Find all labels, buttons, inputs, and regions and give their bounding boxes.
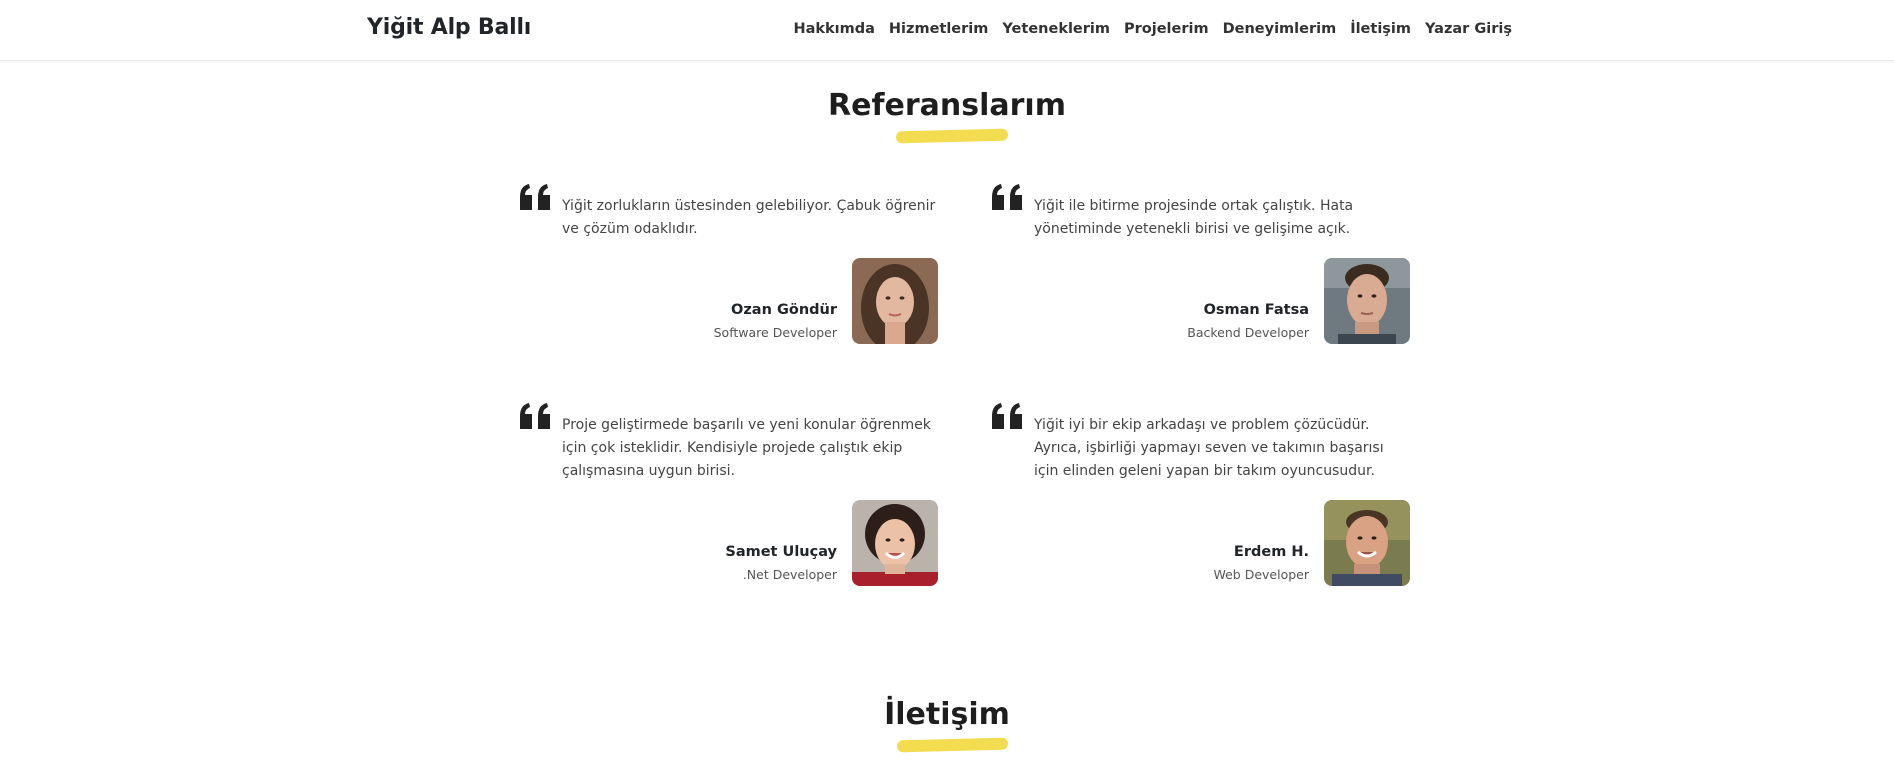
avatar — [852, 500, 938, 586]
nav-link-deneyimlerim[interactable]: Deneyimlerim — [1223, 21, 1337, 37]
avatar — [852, 258, 938, 344]
testimonial-author: Ozan Göndür Software Developer — [518, 258, 938, 344]
author-name: Samet Uluçay — [725, 544, 837, 560]
testimonial-card: Yiğit iyi bir ekip arkadaşı ve problem ç… — [990, 402, 1410, 586]
testimonial-text: Proje geliştirmede başarılı ve yeni konu… — [562, 417, 931, 479]
author-role: .Net Developer — [742, 567, 837, 582]
references-title: Referanslarım — [828, 88, 1066, 123]
brand-logo[interactable]: Yiğit Alp Ballı — [367, 15, 531, 40]
testimonial-card: Yiğit ile bitirme projesinde ortak çalış… — [990, 183, 1410, 345]
author-name: Osman Fatsa — [1203, 302, 1309, 318]
author-role: Software Developer — [713, 325, 837, 340]
nav-link-hizmetlerim[interactable]: Hizmetlerim — [889, 21, 988, 37]
testimonial-text: Yiğit zorlukların üstesinden gelebiliyor… — [562, 198, 936, 237]
quote-icon — [520, 184, 550, 210]
quote-icon — [992, 403, 1022, 429]
author-role: Backend Developer — [1187, 325, 1309, 340]
testimonial-card: Proje geliştirmede başarılı ve yeni konu… — [518, 402, 938, 586]
testimonial-author: Erdem H. Web Developer — [990, 500, 1410, 586]
nav-link-iletisim[interactable]: İletişim — [1350, 21, 1411, 37]
quote-icon — [520, 403, 550, 429]
nav-link-yeteneklerim[interactable]: Yeteneklerim — [1002, 21, 1110, 37]
testimonial-text: Yiğit iyi bir ekip arkadaşı ve problem ç… — [1034, 417, 1384, 479]
avatar — [1324, 500, 1410, 586]
contact-title: İletişim — [884, 697, 1010, 732]
contact-title-underline — [896, 737, 1009, 753]
testimonial-author: Samet Uluçay .Net Developer — [518, 500, 938, 586]
nav-links: Hakkımda Hizmetlerim Yeteneklerim Projel… — [793, 21, 1512, 37]
testimonial-author: Osman Fatsa Backend Developer — [990, 258, 1410, 344]
quote-icon — [992, 184, 1022, 210]
nav-link-hakkimda[interactable]: Hakkımda — [793, 21, 874, 37]
author-name: Ozan Göndür — [731, 302, 837, 318]
nav-link-projelerim[interactable]: Projelerim — [1124, 21, 1209, 37]
avatar — [1324, 258, 1410, 344]
references-title-underline — [895, 128, 1009, 144]
navbar: Yiğit Alp Ballı Hakkımda Hizmetlerim Yet… — [0, 0, 1894, 61]
author-role: Web Developer — [1213, 567, 1309, 582]
testimonial-text: Yiğit ile bitirme projesinde ortak çalış… — [1034, 198, 1354, 237]
author-name: Erdem H. — [1233, 544, 1309, 560]
nav-link-yazar-giris[interactable]: Yazar Giriş — [1425, 21, 1512, 37]
testimonial-card: Yiğit zorlukların üstesinden gelebiliyor… — [518, 183, 938, 345]
